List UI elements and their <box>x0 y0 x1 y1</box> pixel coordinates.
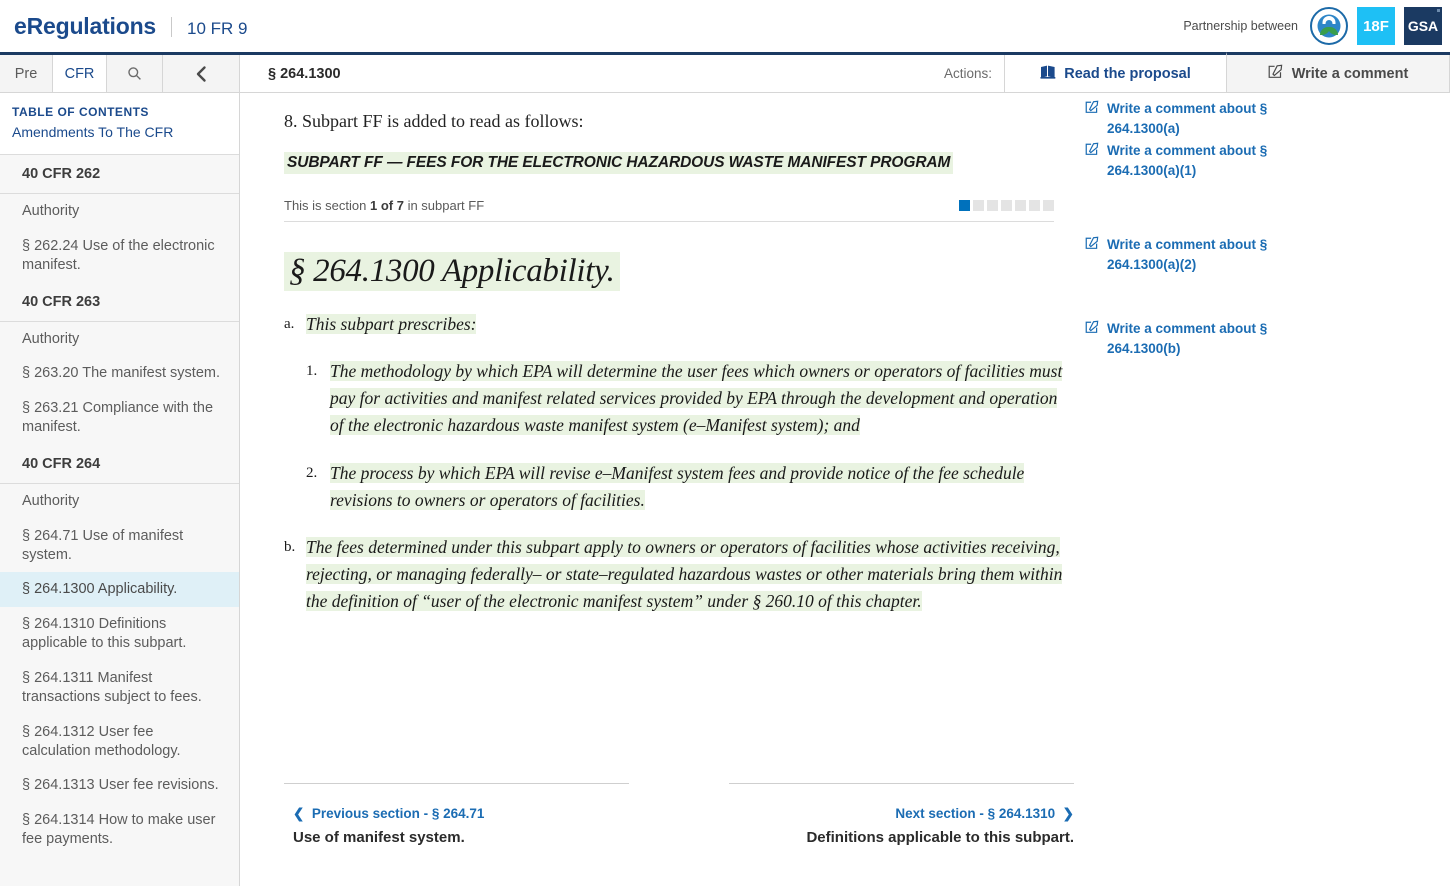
regulation-paragraph: 2.The process by which EPA will revise e… <box>306 460 1074 514</box>
toc-item[interactable]: § 262.24 Use of the electronic manifest. <box>0 229 239 283</box>
paragraph-text: The fees determined under this subpart a… <box>306 534 1074 615</box>
toc-item[interactable]: Authority <box>0 194 239 229</box>
paragraph-sublist: 1.The methodology by which EPA will dete… <box>306 358 1074 514</box>
gsa-logo-icon[interactable]: GSA <box>1404 7 1442 45</box>
regulation-text: 8. Subpart FF is added to read as follow… <box>284 93 1074 615</box>
pencil-square-icon <box>1268 64 1284 83</box>
regulation-paragraph: a.This subpart prescribes: <box>284 311 1074 338</box>
paragraph-text: This subpart prescribes: <box>306 311 1074 338</box>
regulation-paragraph: b.The fees determined under this subpart… <box>284 534 1074 615</box>
previous-section-desc: Use of manifest system. <box>284 829 465 846</box>
pager-box[interactable] <box>1029 200 1040 211</box>
section-pager[interactable] <box>959 200 1054 211</box>
pencil-square-icon <box>1085 320 1100 339</box>
brand-divider <box>171 17 172 37</box>
write-comment-label: Write a comment about § 264.1300(a)(1) <box>1107 141 1315 180</box>
app-header: eRegulations 10 FR 9 Partnership between… <box>0 0 1450 52</box>
section-position-value: 1 of 7 <box>370 198 404 213</box>
brand-block: eRegulations 10 FR 9 <box>0 13 248 40</box>
toc-item[interactable]: § 264.71 Use of manifest system. <box>0 519 239 573</box>
tab-read-the-proposal[interactable]: Read the proposal <box>1005 52 1227 92</box>
page-body: TABLE OF CONTENTS Amendments To The CFR … <box>0 93 1450 886</box>
tab-write-label: Write a comment <box>1292 66 1409 82</box>
toc-list: 40 CFR 262Authority§ 262.24 Use of the e… <box>0 155 239 857</box>
search-icon[interactable] <box>107 55 163 92</box>
write-comment-link[interactable]: Write a comment about § 264.1300(b) <box>1085 319 1315 358</box>
toc-group-heading[interactable]: 40 CFR 264 <box>0 445 239 484</box>
toc-header: TABLE OF CONTENTS Amendments To The CFR <box>0 93 239 155</box>
main-content-panel: 8. Subpart FF is added to read as follow… <box>240 93 1450 886</box>
previous-section-block: ❮ Previous section - § 264.71 Use of man… <box>284 783 629 847</box>
toc-group-heading[interactable]: 40 CFR 263 <box>0 283 239 322</box>
write-comment-link[interactable]: Write a comment about § 264.1300(a) <box>1085 99 1315 138</box>
write-comment-label: Write a comment about § 264.1300(b) <box>1107 319 1315 358</box>
table-of-contents-sidebar[interactable]: TABLE OF CONTENTS Amendments To The CFR … <box>0 93 240 886</box>
next-section-desc: Definitions applicable to this subpart. <box>806 829 1074 846</box>
write-comment-label: Write a comment about § 264.1300(a)(2) <box>1107 235 1315 274</box>
toc-item[interactable]: Authority <box>0 322 239 357</box>
collapse-sidebar-chevron-icon[interactable] <box>163 55 240 92</box>
toc-item[interactable]: § 263.20 The manifest system. <box>0 356 239 391</box>
pencil-square-icon <box>1085 142 1100 161</box>
paragraph-marker: b. <box>284 534 306 615</box>
primary-tabbar: Pre CFR § 264.1300 Actions: Read the pro… <box>0 52 1450 93</box>
subpart-title: SUBPART FF — FEES FOR THE ELECTRONIC HAZ… <box>284 152 953 174</box>
toc-subtitle[interactable]: Amendments To The CFR <box>12 124 225 140</box>
toc-item[interactable]: Authority <box>0 484 239 519</box>
next-section-block: Next section - § 264.1310 ❯ Definitions … <box>729 783 1074 847</box>
18f-logo-icon[interactable]: 18F <box>1357 7 1395 45</box>
toc-title: TABLE OF CONTENTS <box>12 105 225 119</box>
toc-item[interactable]: § 264.1313 User fee revisions. <box>0 768 239 803</box>
current-section-bar: § 264.1300 Actions: <box>240 55 1005 92</box>
toc-item[interactable]: § 264.1314 How to make user fee payments… <box>0 803 239 857</box>
section-footer-nav: ❮ Previous section - § 264.71 Use of man… <box>284 783 1074 847</box>
write-comment-link[interactable]: Write a comment about § 264.1300(a)(2) <box>1085 235 1315 274</box>
book-icon <box>1040 65 1056 83</box>
pencil-square-icon <box>1085 100 1100 119</box>
page-title: § 264.1300 Applicability. <box>284 252 620 291</box>
regulation-paragraph: 1.The methodology by which EPA will dete… <box>306 358 1074 439</box>
paragraph-marker: a. <box>284 311 306 338</box>
paragraph-text: The methodology by which EPA will determ… <box>330 358 1074 439</box>
pager-box[interactable] <box>1001 200 1012 211</box>
toc-item[interactable]: § 263.21 Compliance with the manifest. <box>0 391 239 445</box>
pager-box[interactable] <box>1015 200 1026 211</box>
tab-read-label: Read the proposal <box>1064 66 1191 82</box>
write-comment-link[interactable]: Write a comment about § 264.1300(a)(1) <box>1085 141 1315 180</box>
divider <box>729 783 1074 784</box>
divider <box>284 783 629 784</box>
brand-title[interactable]: eRegulations <box>14 13 156 40</box>
paragraph-marker: 1. <box>306 358 330 439</box>
toc-item-selected[interactable]: § 264.1300 Applicability. <box>0 572 239 607</box>
current-section-title: § 264.1300 <box>268 66 944 82</box>
tab-write-a-comment[interactable]: Write a comment <box>1227 55 1450 92</box>
toc-group-heading[interactable]: 40 CFR 262 <box>0 155 239 194</box>
amendment-instruction: 8. Subpart FF is added to read as follow… <box>284 111 1074 132</box>
paragraph-marker: 2. <box>306 460 330 514</box>
pager-box[interactable] <box>987 200 998 211</box>
document-id: 10 FR 9 <box>187 19 247 39</box>
section-position-text: This is section 1 of 7 in subpart FF <box>284 198 484 213</box>
pencil-square-icon <box>1085 236 1100 255</box>
toc-item[interactable]: § 264.1311 Manifest transactions subject… <box>0 661 239 715</box>
header-logos: Partnership between 18F GSA <box>1183 7 1450 45</box>
tab-cfr[interactable]: CFR <box>53 55 107 92</box>
toc-item[interactable]: § 264.1310 Definitions applicable to thi… <box>0 607 239 661</box>
actions-label: Actions: <box>944 66 1004 81</box>
pager-box[interactable] <box>973 200 984 211</box>
next-section-link[interactable]: Next section - § 264.1310 ❯ <box>729 806 1074 822</box>
paragraph-text: The process by which EPA will revise e–M… <box>330 460 1074 514</box>
toc-item[interactable]: § 264.1312 User fee calculation methodol… <box>0 715 239 769</box>
section-meta-row: This is section 1 of 7 in subpart FF <box>284 198 1054 222</box>
epa-seal-icon <box>1310 7 1348 45</box>
previous-section-link[interactable]: ❮ Previous section - § 264.71 <box>284 806 629 822</box>
paragraph-list: a.This subpart prescribes: 1.The methodol… <box>284 311 1074 615</box>
partnership-label: Partnership between <box>1183 19 1298 33</box>
write-comment-label: Write a comment about § 264.1300(a) <box>1107 99 1315 138</box>
pager-box[interactable] <box>959 200 970 211</box>
pager-box[interactable] <box>1043 200 1054 211</box>
tab-preamble[interactable]: Pre <box>0 55 53 92</box>
